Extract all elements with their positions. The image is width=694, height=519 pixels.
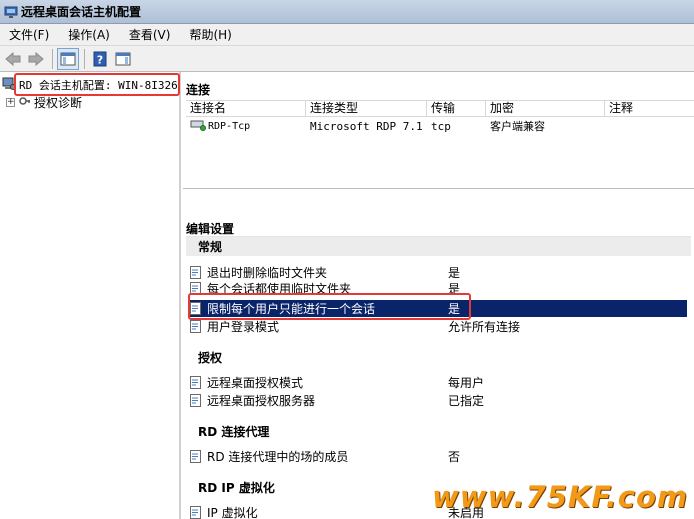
toolbar: ? xyxy=(0,46,694,72)
annotation-highlight-setting xyxy=(188,293,471,320)
help-icon[interactable]: ? xyxy=(89,48,111,70)
setting-value: 每用户 xyxy=(448,376,485,390)
setting-document-icon xyxy=(190,320,202,333)
connection-name-cell: RDP-Tcp xyxy=(186,119,306,134)
svg-text:?: ? xyxy=(97,53,103,66)
setting-user-logon-mode[interactable]: 用户登录模式 允许所有连接 xyxy=(190,318,687,335)
setting-name: RD 连接代理中的场的成员 xyxy=(207,450,349,464)
setting-document-icon xyxy=(190,394,202,407)
network-connection-icon xyxy=(190,119,206,134)
setting-delete-temp-folders[interactable]: 退出时删除临时文件夹 是 xyxy=(190,264,687,281)
console-tree: RD 会话主机配置: WIN-8I326 + 授权诊断 xyxy=(0,72,181,519)
column-comment[interactable]: 注释 xyxy=(605,101,694,116)
menu-help[interactable]: 帮助(H) xyxy=(184,26,236,43)
column-connection-name[interactable]: 连接名 xyxy=(186,101,306,116)
site-watermark: www.75KF.com xyxy=(432,480,689,514)
expand-icon[interactable]: + xyxy=(6,97,15,107)
setting-name: 远程桌面授权服务器 xyxy=(207,394,316,408)
menu-view[interactable]: 查看(V) xyxy=(124,26,176,43)
tree-child-label: 授权诊断 xyxy=(34,95,83,110)
connections-title: 连接 xyxy=(186,83,211,97)
annotation-highlight-tree xyxy=(14,73,180,96)
setting-licensing-mode[interactable]: 远程桌面授权模式 每用户 xyxy=(190,374,687,391)
action-pane-icon[interactable] xyxy=(112,48,134,70)
setting-document-icon xyxy=(190,266,202,279)
remote-desktop-app-icon xyxy=(4,5,18,19)
toolbar-separator xyxy=(84,48,85,69)
table-row[interactable]: RDP-Tcp Microsoft RDP 7.1 tcp 客户端兼容 xyxy=(186,118,694,134)
window-title: 远程桌面会话主机配置 xyxy=(21,5,142,19)
group-general-header: 常规 xyxy=(186,236,691,256)
connection-type: Microsoft RDP 7.1 xyxy=(310,119,423,133)
setting-document-icon xyxy=(190,506,202,519)
connection-transport: tcp xyxy=(431,119,451,133)
diagnosis-icon xyxy=(19,95,31,110)
group-licensing-header: 授权 xyxy=(198,351,223,365)
setting-name: 用户登录模式 xyxy=(207,320,280,334)
connection-encryption: 客户端兼容 xyxy=(490,120,545,133)
setting-name: IP 虚拟化 xyxy=(207,506,258,519)
setting-license-server[interactable]: 远程桌面授权服务器 已指定 xyxy=(190,392,687,409)
group-connection-broker-header: RD 连接代理 xyxy=(198,425,270,439)
toolbar-separator xyxy=(52,48,53,69)
setting-name: 远程桌面授权模式 xyxy=(207,376,304,390)
menu-action[interactable]: 操作(A) xyxy=(63,26,115,43)
setting-broker-farm-member[interactable]: RD 连接代理中的场的成员 否 xyxy=(190,448,687,465)
back-arrow-icon[interactable] xyxy=(2,48,24,70)
setting-value: 是 xyxy=(448,266,461,280)
console-tree-icon[interactable] xyxy=(57,47,79,70)
forward-arrow-icon[interactable] xyxy=(25,48,47,70)
setting-value: 允许所有连接 xyxy=(448,320,521,334)
column-transport[interactable]: 传输 xyxy=(427,101,486,116)
group-ip-virtualization-header: RD IP 虚拟化 xyxy=(198,481,275,495)
setting-document-icon xyxy=(190,376,202,389)
connections-table-header: 连接名 连接类型 传输 加密 注释 xyxy=(186,100,694,117)
pane-divider xyxy=(183,188,694,189)
setting-name: 退出时删除临时文件夹 xyxy=(207,266,328,280)
column-connection-type[interactable]: 连接类型 xyxy=(306,101,427,116)
title-bar: 远程桌面会话主机配置 xyxy=(0,0,694,24)
setting-document-icon xyxy=(190,450,202,463)
edit-settings-title: 编辑设置 xyxy=(186,222,235,236)
details-pane: 连接 连接名 连接类型 传输 加密 注释 RDP-Tcp Microsoft R… xyxy=(183,72,694,519)
menu-bar: 文件(F) 操作(A) 查看(V) 帮助(H) xyxy=(0,24,694,46)
menu-file[interactable]: 文件(F) xyxy=(4,26,54,43)
column-encryption[interactable]: 加密 xyxy=(486,101,605,116)
setting-value: 否 xyxy=(448,450,461,464)
connection-name: RDP-Tcp xyxy=(208,120,251,132)
setting-value: 已指定 xyxy=(448,394,485,408)
